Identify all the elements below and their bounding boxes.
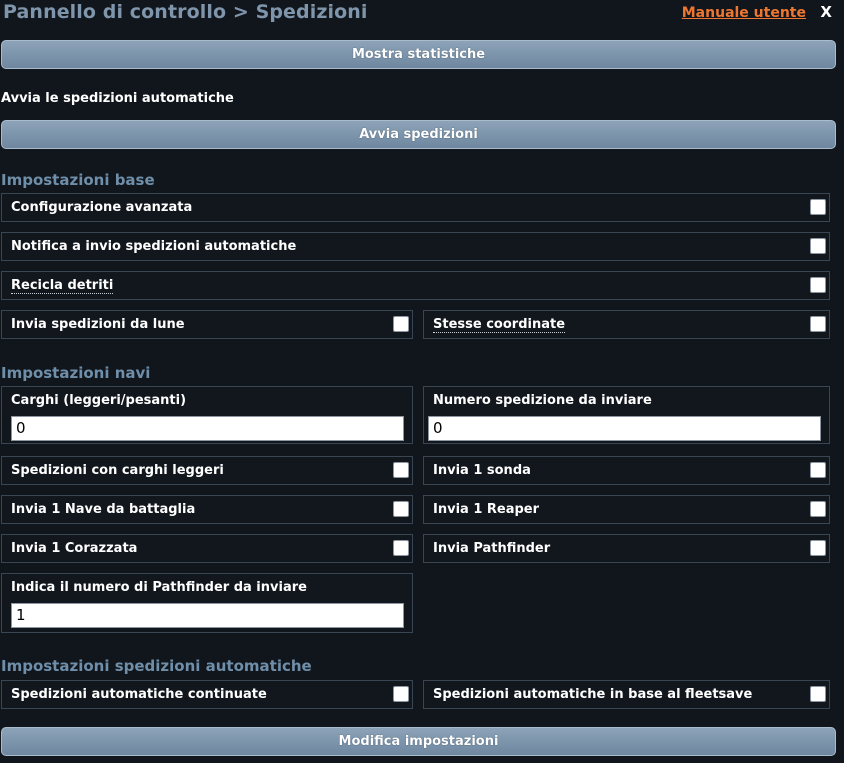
pathfinder-count-input[interactable]: 1 xyxy=(11,603,404,628)
pathfinder-count-label: Indica il numero di Pathfinder da inviar… xyxy=(11,580,307,595)
continuous-checkbox[interactable] xyxy=(393,686,409,702)
expedition-count-group: Numero spedizione da inviare 0 xyxy=(423,386,830,444)
cargo-group: Carghi (leggeri/pesanti) 0 xyxy=(1,386,413,444)
send-reaper-label: Invia 1 Reaper xyxy=(433,502,540,517)
advanced-config-label: Configurazione avanzata xyxy=(11,200,193,215)
row-fleetsave: Spedizioni automatiche in base al fleets… xyxy=(423,680,830,709)
send-cruiser-checkbox[interactable] xyxy=(393,540,409,556)
row-from-moons: Invia spedizioni da lune xyxy=(1,310,413,339)
section-title-base: Impostazioni base xyxy=(1,171,155,189)
send-reaper-checkbox[interactable] xyxy=(810,501,826,517)
row-light-cargo: Spedizioni con carghi leggeri xyxy=(1,456,413,485)
modify-settings-button[interactable]: Modifica impostazioni xyxy=(1,727,836,756)
send-pathfinder-label: Invia Pathfinder xyxy=(433,541,551,556)
fleetsave-checkbox[interactable] xyxy=(810,686,826,702)
row-send-pathfinder: Invia Pathfinder xyxy=(423,534,830,563)
cargo-label: Carghi (leggeri/pesanti) xyxy=(11,393,187,408)
fleetsave-label: Spedizioni automatiche in base al fleets… xyxy=(433,687,753,702)
light-cargo-checkbox[interactable] xyxy=(393,462,409,478)
send-battleship-label: Invia 1 Nave da battaglia xyxy=(11,502,196,517)
light-cargo-label: Spedizioni con carghi leggeri xyxy=(11,463,224,478)
row-send-probe: Invia 1 sonda xyxy=(423,456,830,485)
start-expeditions-button[interactable]: Avvia spedizioni xyxy=(1,120,836,149)
row-send-cruiser: Invia 1 Corazzata xyxy=(1,534,413,563)
section-title-ships: Impostazioni navi xyxy=(1,364,151,382)
cargo-input[interactable]: 0 xyxy=(11,416,404,441)
row-same-coords: Stesse coordinate xyxy=(423,310,830,339)
page-title: Pannello di controllo > Spedizioni xyxy=(3,1,368,23)
send-probe-label: Invia 1 sonda xyxy=(433,463,531,478)
from-moons-label: Invia spedizioni da lune xyxy=(11,317,185,332)
recycle-debris-label: Recicla detriti xyxy=(11,278,114,294)
user-manual-link[interactable]: Manuale utente xyxy=(682,5,806,21)
row-recycle-debris: Recicla detriti xyxy=(1,271,830,300)
notify-auto-label: Notifica a invio spedizioni automatiche xyxy=(11,239,297,254)
row-notify-auto: Notifica a invio spedizioni automatiche xyxy=(1,232,830,261)
from-moons-checkbox[interactable] xyxy=(393,316,409,332)
send-probe-checkbox[interactable] xyxy=(810,462,826,478)
row-send-battleship: Invia 1 Nave da battaglia xyxy=(1,495,413,524)
send-pathfinder-checkbox[interactable] xyxy=(810,540,826,556)
header: Pannello di controllo > Spedizioni Manua… xyxy=(0,0,844,28)
expedition-count-input[interactable]: 0 xyxy=(428,416,821,441)
intro-text: Avvia le spedizioni automatiche xyxy=(1,91,234,106)
close-icon[interactable]: X xyxy=(820,3,832,21)
same-coords-checkbox[interactable] xyxy=(810,316,826,332)
pathfinder-count-group: Indica il numero di Pathfinder da inviar… xyxy=(1,573,413,633)
same-coords-label: Stesse coordinate xyxy=(433,317,566,333)
row-send-reaper: Invia 1 Reaper xyxy=(423,495,830,524)
send-cruiser-label: Invia 1 Corazzata xyxy=(11,541,138,556)
show-statistics-button[interactable]: Mostra statistiche xyxy=(1,40,836,69)
advanced-config-checkbox[interactable] xyxy=(810,199,826,215)
row-advanced-config: Configurazione avanzata xyxy=(1,193,830,222)
send-battleship-checkbox[interactable] xyxy=(393,501,409,517)
continuous-label: Spedizioni automatiche continuate xyxy=(11,687,267,702)
row-continuous: Spedizioni automatiche continuate xyxy=(1,680,413,709)
notify-auto-checkbox[interactable] xyxy=(810,238,826,254)
section-title-auto: Impostazioni spedizioni automatiche xyxy=(1,657,312,675)
recycle-debris-checkbox[interactable] xyxy=(810,277,826,293)
expedition-count-label: Numero spedizione da inviare xyxy=(433,393,652,408)
